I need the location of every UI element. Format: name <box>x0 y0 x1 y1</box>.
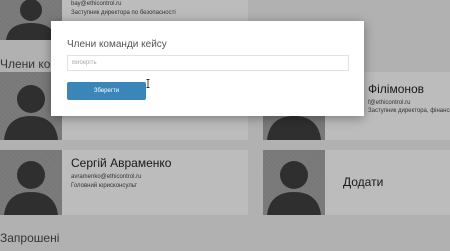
team-members-dialog: Члени команди кейсу Зберегти <box>51 21 364 116</box>
dialog-title: Члени команди кейсу <box>67 39 167 50</box>
text-cursor-icon <box>146 79 150 88</box>
save-button[interactable]: Зберегти <box>67 82 146 100</box>
member-select-input[interactable] <box>67 55 349 71</box>
